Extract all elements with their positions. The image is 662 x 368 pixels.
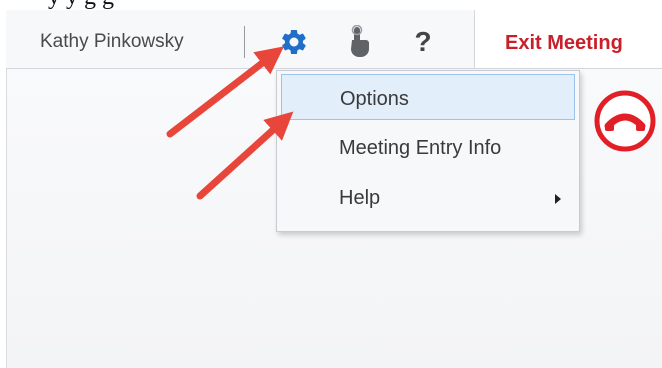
menu-item-meeting-entry-info[interactable]: Meeting Entry Info [281, 124, 575, 170]
hang-up-button[interactable] [592, 88, 658, 154]
settings-button[interactable] [277, 24, 311, 60]
help-icon: ? [414, 26, 432, 57]
cropped-text-fragment: y y g g [48, 0, 114, 10]
settings-dropdown-menu: Options Meeting Entry Info Help [276, 70, 580, 232]
menu-item-help[interactable]: Help [281, 174, 575, 220]
cropped-top-text: y y g g [0, 0, 662, 10]
gear-icon [282, 29, 306, 55]
raise-hand-icon [351, 25, 369, 57]
toolbar-separator [244, 26, 245, 58]
hang-up-icon [594, 90, 656, 152]
menu-item-label: Help [339, 187, 381, 209]
user-name: Kathy Pinkowsky [40, 31, 184, 52]
raise-hand-button[interactable] [342, 24, 376, 60]
exit-meeting-label: Exit Meeting [505, 32, 623, 54]
exit-meeting-button[interactable]: Exit Meeting [474, 10, 662, 68]
menu-item-label: Meeting Entry Info [339, 137, 502, 159]
submenu-arrow-icon [555, 194, 561, 204]
menu-item-label: Options [340, 88, 409, 110]
menu-item-options[interactable]: Options [281, 74, 575, 120]
help-button[interactable]: ? [406, 24, 440, 60]
